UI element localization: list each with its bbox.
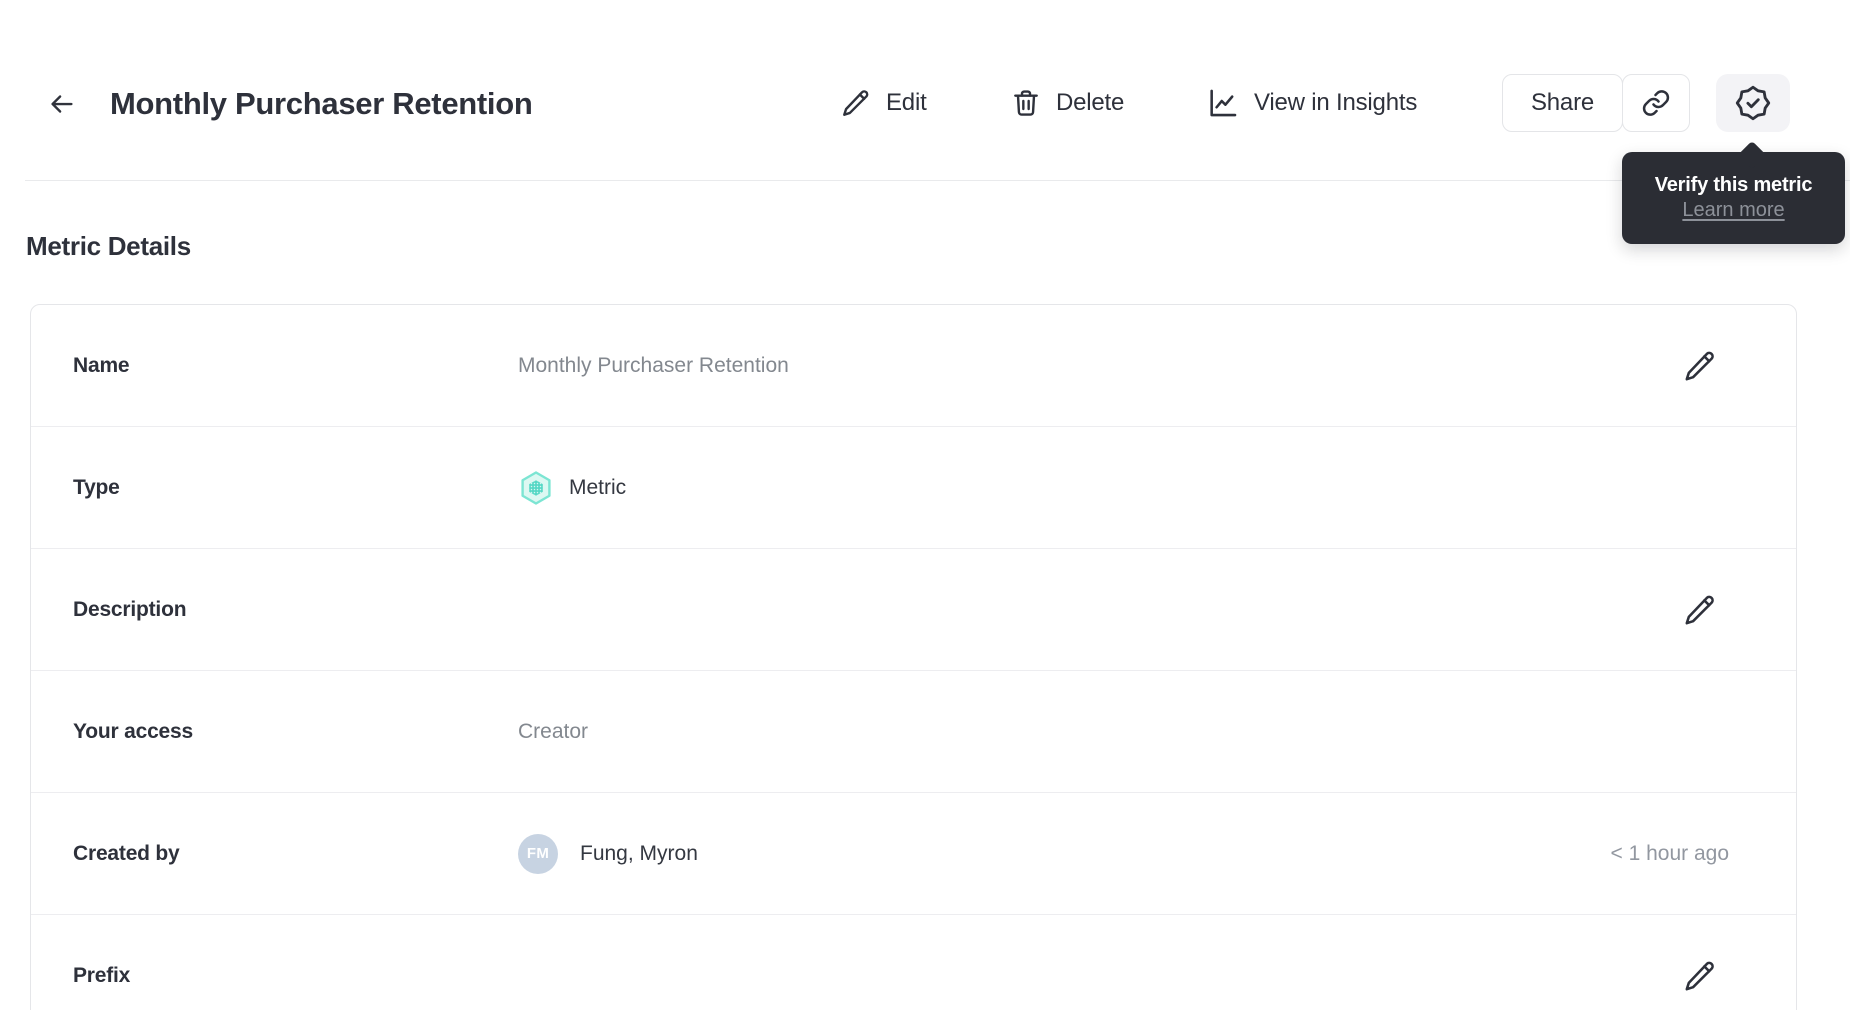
access-value: Creator: [518, 719, 589, 743]
pencil-icon: [840, 87, 872, 119]
detail-row-type: Type Metric: [31, 427, 1796, 549]
view-in-insights-label: View in Insights: [1254, 89, 1418, 116]
page-title: Monthly Purchaser Retention: [110, 86, 533, 121]
detail-row-prefix: Prefix: [31, 915, 1796, 1010]
share-button[interactable]: Share: [1502, 74, 1623, 132]
row-label: Prefix: [73, 964, 131, 987]
link-icon: [1641, 88, 1671, 118]
learn-more-link[interactable]: Learn more: [1682, 199, 1784, 222]
detail-row-your-access: Your access Creator: [31, 671, 1796, 793]
row-label: Type: [73, 475, 120, 499]
tooltip-arrow: [1737, 140, 1767, 170]
verify-metric-button[interactable]: [1716, 74, 1790, 132]
section-heading: Metric Details: [26, 231, 191, 261]
view-in-insights-button[interactable]: View in Insights: [1206, 74, 1417, 132]
row-label: Your access: [73, 719, 193, 743]
edit-prefix-button[interactable]: [1681, 957, 1719, 995]
name-value: Monthly Purchaser Retention: [518, 353, 789, 377]
avatar: FM: [518, 833, 558, 874]
verify-tooltip: Verify this metric Learn more: [1622, 140, 1845, 244]
tooltip-title: Verify this metric: [1654, 174, 1813, 196]
edit-name-button[interactable]: [1681, 347, 1719, 385]
pencil-icon: [1682, 592, 1718, 628]
detail-row-name: Name Monthly Purchaser Retention: [31, 305, 1796, 427]
metric-details-card: Name Monthly Purchaser Retention Type Me…: [30, 304, 1797, 1010]
pencil-icon: [1682, 348, 1718, 384]
header-divider: [25, 180, 1850, 181]
back-button[interactable]: [42, 84, 82, 124]
delete-button[interactable]: Delete: [1010, 74, 1124, 132]
created-by-value: Fung, Myron: [580, 841, 698, 865]
edit-button[interactable]: Edit: [840, 74, 927, 132]
edit-description-button[interactable]: [1681, 591, 1719, 629]
delete-label: Delete: [1056, 89, 1125, 116]
detail-row-created-by: Created by FM Fung, Myron < 1 hour ago: [31, 793, 1796, 915]
detail-row-description: Description: [31, 549, 1796, 671]
metric-hexagon-icon: [518, 470, 554, 506]
copy-link-button[interactable]: [1622, 74, 1690, 132]
type-value: Metric: [569, 475, 627, 499]
line-chart-icon: [1206, 86, 1240, 120]
trash-icon: [1010, 87, 1042, 119]
arrow-left-icon: [47, 89, 77, 119]
pencil-icon: [1682, 958, 1718, 994]
created-time: < 1 hour ago: [1610, 841, 1729, 865]
edit-label: Edit: [886, 89, 927, 116]
metric-details-page: Monthly Purchaser Retention Edit Delete: [0, 0, 1850, 1010]
row-label: Name: [73, 353, 130, 377]
share-label: Share: [1530, 89, 1595, 116]
row-label: Description: [73, 597, 187, 621]
row-label: Created by: [73, 841, 180, 865]
verified-badge-icon: [1735, 85, 1771, 121]
